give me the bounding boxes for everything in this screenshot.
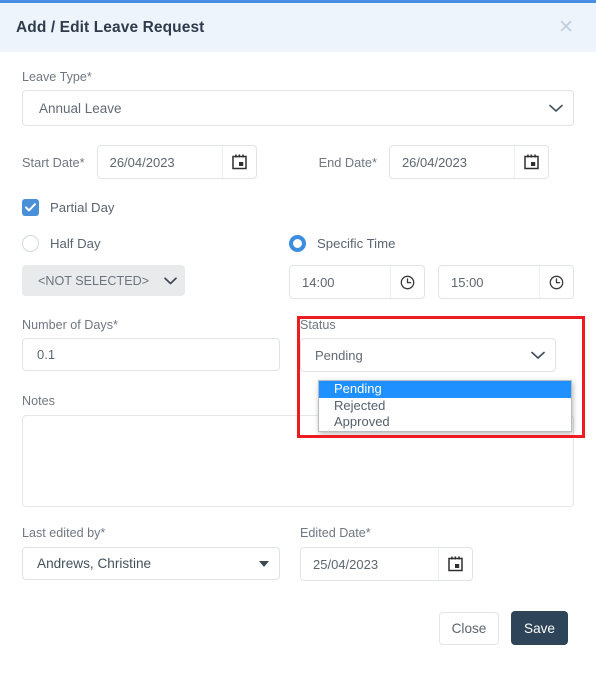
edited-date-input[interactable]: 25/04/2023: [300, 547, 473, 581]
partial-day-row: Partial Day: [22, 199, 574, 216]
half-day-select-value: <NOT SELECTED>: [38, 273, 150, 288]
edited-date-value: 25/04/2023: [313, 556, 379, 572]
dialog-body: Leave Type* Annual Leave Start Date* 26/…: [0, 70, 596, 645]
end-time-value: 15:00: [451, 274, 484, 290]
number-of-days-label: Number of Days*: [22, 318, 118, 332]
close-button[interactable]: Close: [439, 611, 499, 645]
clock-icon[interactable]: [390, 266, 424, 298]
start-time-field[interactable]: 14:00: [289, 265, 425, 299]
partial-day-label: Partial Day: [50, 200, 115, 215]
save-button[interactable]: Save: [511, 611, 568, 645]
leave-type-value: Annual Leave: [39, 100, 122, 116]
specific-time-label: Specific Time: [317, 235, 396, 251]
edit-meta-row: Last edited by* Andrews, Christine Edite…: [22, 526, 574, 581]
close-icon[interactable]: ✕: [554, 16, 578, 39]
half-day-column: Half Day <NOT SELECTED>: [22, 233, 289, 299]
days-status-row: Number of Days* 0.1 Status Pending: [22, 318, 574, 372]
partial-day-checkbox[interactable]: [22, 199, 39, 216]
calendar-icon[interactable]: [438, 548, 472, 580]
specific-time-radio[interactable]: [289, 234, 306, 252]
last-edited-by-field: Last edited by* Andrews, Christine: [22, 526, 300, 581]
chevron-down-icon: [155, 276, 185, 285]
number-of-days-value: 0.1: [37, 347, 56, 362]
half-day-select[interactable]: <NOT SELECTED>: [22, 265, 185, 296]
half-day-label: Half Day: [50, 235, 101, 251]
status-field: Status Pending: [300, 318, 574, 372]
status-select[interactable]: Pending: [300, 338, 556, 372]
dialog-header: Add / Edit Leave Request ✕: [0, 3, 596, 52]
status-value: Pending: [315, 347, 363, 363]
start-date-label: Start Date*: [22, 154, 85, 170]
last-edited-by-value: Andrews, Christine: [37, 556, 152, 571]
end-date-field[interactable]: 26/04/2023: [388, 145, 549, 179]
dates-row: Start Date* 26/04/2023 End Date* 26/04/2…: [22, 145, 574, 179]
half-day-option[interactable]: Half Day: [22, 233, 289, 253]
calendar-icon[interactable]: [221, 146, 256, 178]
chevron-down-icon: [539, 104, 573, 113]
specific-time-option[interactable]: Specific Time: [289, 233, 574, 253]
specific-time-column: Specific Time 14:00 15:00: [289, 233, 574, 299]
start-date-field[interactable]: 26/04/2023: [96, 145, 257, 179]
last-edited-by-select[interactable]: Andrews, Christine: [22, 547, 280, 580]
calendar-icon[interactable]: [513, 146, 548, 178]
edited-date-label: Edited Date*: [300, 526, 371, 540]
time-fields: 14:00 15:00: [289, 265, 574, 299]
leave-request-dialog: Add / Edit Leave Request ✕ Leave Type* A…: [0, 0, 596, 686]
page-title: Add / Edit Leave Request: [16, 18, 205, 36]
clock-icon[interactable]: [539, 266, 573, 298]
dialog-actions: Close Save: [22, 611, 574, 645]
end-date-value: 26/04/2023: [401, 154, 468, 170]
status-option-rejected[interactable]: Rejected: [319, 398, 571, 415]
leave-mode-row: Half Day <NOT SELECTED> Specific Time 14…: [22, 233, 574, 299]
end-time-field[interactable]: 15:00: [438, 265, 574, 299]
chevron-down-icon: [521, 351, 555, 360]
caret-down-icon: [249, 560, 279, 567]
number-of-days-input[interactable]: 0.1: [22, 338, 280, 371]
edited-date-field: Edited Date* 25/04/2023: [300, 526, 574, 581]
last-edited-by-label: Last edited by*: [22, 526, 106, 540]
start-time-value: 14:00: [302, 274, 335, 290]
leave-type-label: Leave Type*: [22, 70, 92, 84]
start-date-value: 26/04/2023: [109, 154, 175, 170]
end-date-label: End Date*: [318, 154, 377, 170]
status-label: Status: [300, 318, 336, 332]
status-option-pending[interactable]: Pending: [319, 381, 571, 398]
status-option-approved[interactable]: Approved: [319, 414, 571, 431]
half-day-radio[interactable]: [22, 234, 39, 252]
status-dropdown-list[interactable]: Pending Rejected Approved: [318, 380, 572, 432]
leave-type-select[interactable]: Annual Leave: [22, 90, 574, 126]
leave-type-field: Leave Type* Annual Leave: [22, 70, 574, 126]
number-of-days-field: Number of Days* 0.1: [22, 318, 300, 372]
